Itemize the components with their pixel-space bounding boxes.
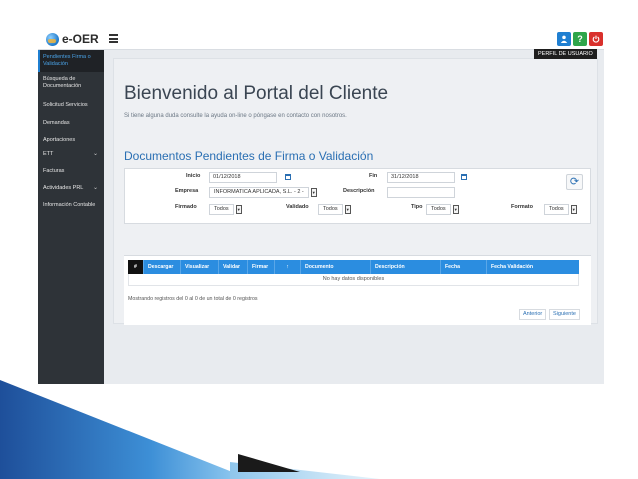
column-header-firmar[interactable]: Firmar <box>248 260 275 274</box>
column-header-fecha[interactable]: Fecha <box>441 260 487 274</box>
chevron-down-icon: ▼ <box>452 205 459 214</box>
help-icon: ? <box>577 34 583 44</box>
tipo-select[interactable]: Todos ▼ <box>426 204 459 215</box>
documents-table-panel: # Descargar Visualizar Validar Firmar ↑ … <box>124 255 591 325</box>
sidebar-item-label: Información Contable <box>43 201 96 208</box>
validado-select[interactable]: Todos ▼ <box>318 204 351 215</box>
app-window: e-OER ? PERFIL DE USUARIO Pendientes Fir… <box>38 28 604 384</box>
page-title: Bienvenido al Portal del Cliente <box>124 83 389 104</box>
firmado-label: Firmado <box>175 204 197 210</box>
sidebar-item-facturas[interactable]: Facturas <box>38 164 104 178</box>
sidebar-item-label: Búsqueda de Documentación <box>43 76 82 89</box>
sidebar-item-ett[interactable]: ETT ⌄ <box>38 147 104 161</box>
empresa-select[interactable]: INFORMATICA APLICADA, S.L. - 2 - ▼ <box>209 187 317 198</box>
tipo-select-value: Todos <box>426 204 451 215</box>
sidebar-item-label: Actividades PRL <box>43 184 84 191</box>
sidebar-item-label: Aportaciones <box>43 136 76 143</box>
top-bar: e-OER ? <box>38 28 604 50</box>
sidebar-item-label: Demandas <box>43 119 70 126</box>
column-header-descargar[interactable]: Descargar <box>144 260 181 274</box>
column-header-number[interactable]: # <box>128 260 144 274</box>
sidebar-item-demandas[interactable]: Demandas <box>38 116 104 130</box>
menu-toggle-icon[interactable] <box>109 34 118 43</box>
column-header-fecha-validacion[interactable]: Fecha Validación <box>487 260 579 274</box>
chevron-down-icon: ▼ <box>344 205 351 214</box>
logo-text: e-OER <box>62 32 99 46</box>
logout-button[interactable] <box>589 32 603 46</box>
user-icon <box>560 35 568 43</box>
fin-date-input[interactable]: 31/12/2018 <box>387 172 455 183</box>
formato-select-value: Todos <box>544 204 569 215</box>
firmado-select-value: Todos <box>209 204 234 215</box>
main-content: Bienvenido al Portal del Cliente Si tien… <box>113 58 598 325</box>
inicio-label: Inicio <box>186 173 201 179</box>
descripcion-label: Descripción <box>343 188 375 194</box>
previous-page-button[interactable]: Anterior <box>519 309 547 320</box>
table-info: Mostrando registros del 0 al 0 de un tot… <box>128 296 258 302</box>
chevron-down-icon: ⌄ <box>92 184 98 191</box>
help-button[interactable]: ? <box>573 32 587 46</box>
tipo-label: Tipo <box>411 204 423 210</box>
calendar-icon[interactable] <box>285 174 291 180</box>
power-icon <box>592 35 600 43</box>
sidebar-item-actividades-prl[interactable]: Actividades PRL ⌄ <box>38 181 104 195</box>
fin-label: Fin <box>369 173 378 179</box>
descripcion-input[interactable] <box>387 187 455 198</box>
sidebar-item-informacion-contable[interactable]: Información Contable <box>38 198 104 212</box>
sidebar-item-busqueda[interactable]: Búsqueda de Documentación <box>38 72 104 94</box>
refresh-button[interactable]: ⟳ <box>566 174 583 190</box>
column-header-descripcion[interactable]: Descripción <box>371 260 441 274</box>
column-header-sort[interactable]: ↑ <box>275 260 301 274</box>
empresa-select-value: INFORMATICA APLICADA, S.L. - 2 - <box>209 187 309 198</box>
chevron-down-icon: ▼ <box>310 188 317 197</box>
column-header-documento[interactable]: Documento <box>301 260 371 274</box>
calendar-icon[interactable] <box>461 174 467 180</box>
sidebar-item-pendientes[interactable]: Pendientes Firma o Validación <box>38 50 104 72</box>
section-title: Documentos Pendientes de Firma o Validac… <box>124 149 374 163</box>
sidebar: Pendientes Firma o Validación Búsqueda d… <box>38 50 104 384</box>
filter-panel: Inicio 01/12/2018 Fin 31/12/2018 Empresa… <box>124 168 591 224</box>
globe-logo-icon <box>46 32 59 46</box>
formato-label: Formato <box>511 204 533 210</box>
empresa-label: Empresa <box>175 188 199 194</box>
sidebar-item-aportaciones[interactable]: Aportaciones <box>38 133 104 147</box>
blue-arrow-shape <box>0 380 250 479</box>
validado-select-value: Todos <box>318 204 343 215</box>
firmado-select[interactable]: Todos ▼ <box>209 204 242 215</box>
app-logo[interactable]: e-OER <box>38 28 104 50</box>
column-header-visualizar[interactable]: Visualizar <box>181 260 219 274</box>
table-header: # Descargar Visualizar Validar Firmar ↑ … <box>128 260 579 274</box>
table-empty-row: No hay datos disponibles <box>128 274 579 286</box>
sidebar-item-label: Facturas <box>43 167 65 174</box>
decorative-arrows <box>0 380 380 479</box>
user-profile-button[interactable] <box>557 32 571 46</box>
next-page-button[interactable]: Siguiente <box>549 309 580 320</box>
page-subtitle: Si tiene alguna duda consulte la ayuda o… <box>124 113 347 119</box>
sidebar-item-solicitud[interactable]: Solicitud Servicios <box>38 94 104 116</box>
column-header-validar[interactable]: Validar <box>219 260 248 274</box>
sidebar-item-label: Pendientes Firma o Validación <box>43 54 91 67</box>
user-profile-tooltip: PERFIL DE USUARIO <box>534 49 597 59</box>
chevron-down-icon: ▼ <box>235 205 242 214</box>
refresh-icon: ⟳ <box>569 176 580 188</box>
chevron-down-icon: ⌄ <box>92 150 98 157</box>
sidebar-item-label: ETT <box>43 150 54 157</box>
formato-select[interactable]: Todos ▼ <box>544 204 577 215</box>
chevron-down-icon: ▼ <box>570 205 577 214</box>
validado-label: Validado <box>286 204 309 210</box>
inicio-date-input[interactable]: 01/12/2018 <box>209 172 277 183</box>
sidebar-item-label: Solicitud Servicios <box>43 101 88 108</box>
